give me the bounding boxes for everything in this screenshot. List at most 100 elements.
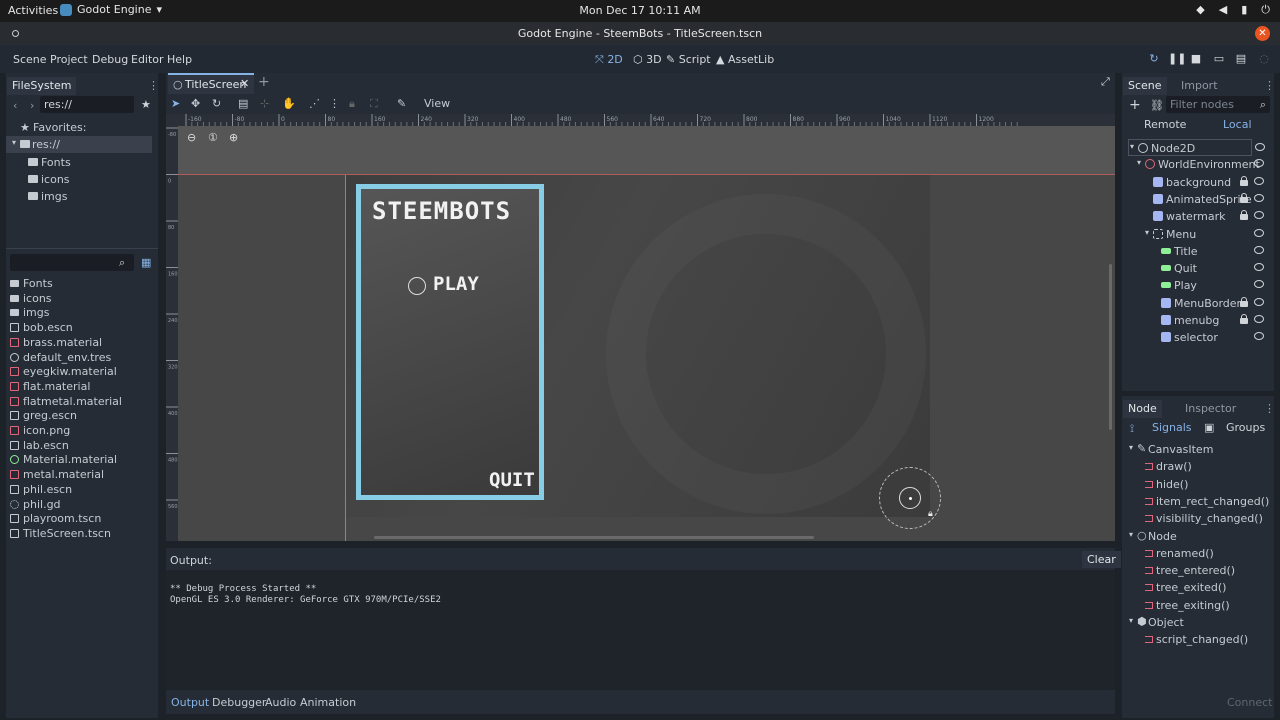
- file-list-item[interactable]: brass.material: [6, 335, 152, 350]
- view-mode-icon[interactable]: ▦: [141, 256, 151, 269]
- zoom-out-icon[interactable]: ⊖: [187, 131, 196, 144]
- tab-audio[interactable]: Audio: [265, 696, 296, 709]
- dock-menu-icon[interactable]: ⋮: [148, 79, 159, 92]
- signal-section-header[interactable]: ▾ ⬢ Object: [1128, 614, 1268, 631]
- forward-arrow-icon[interactable]: ›: [30, 99, 34, 112]
- lock-icon[interactable]: [1240, 175, 1248, 186]
- horizontal-scrollbar[interactable]: [374, 536, 814, 539]
- menu-help[interactable]: Help: [167, 53, 192, 66]
- activities-button[interactable]: Activities: [8, 4, 58, 17]
- file-list-item[interactable]: Material.material: [6, 452, 152, 467]
- mode-script-button[interactable]: ✎ Script: [666, 53, 711, 66]
- zoom-reset-icon[interactable]: ①: [208, 131, 218, 144]
- vertical-scrollbar[interactable]: [1109, 264, 1112, 430]
- local-button[interactable]: Local: [1223, 118, 1252, 131]
- select-tool-icon[interactable]: ➤: [171, 97, 180, 110]
- tab-filesystem[interactable]: FileSystem: [7, 77, 77, 95]
- menu-project[interactable]: Project: [50, 53, 88, 66]
- skeleton-icon[interactable]: ✎: [397, 97, 406, 110]
- dock-menu-icon[interactable]: ⋮: [1264, 402, 1275, 415]
- tab-debugger[interactable]: Debugger: [212, 696, 266, 709]
- menu-debug[interactable]: Debug: [92, 53, 128, 66]
- signal-item[interactable]: tree_entered(): [1128, 562, 1268, 579]
- file-list-item[interactable]: phil.escn: [6, 482, 152, 497]
- volume-icon[interactable]: ◀: [1219, 3, 1227, 17]
- path-field[interactable]: res://: [40, 96, 134, 113]
- move-tool-icon[interactable]: ✥: [191, 97, 200, 110]
- remote-button[interactable]: Remote: [1144, 118, 1186, 131]
- scene-node-row[interactable]: menubg: [1128, 312, 1268, 329]
- play-scene-icon[interactable]: ▭: [1212, 52, 1226, 66]
- chevron-down-icon[interactable]: ▾: [1130, 142, 1134, 151]
- tab-inspector[interactable]: Inspector: [1180, 400, 1241, 418]
- file-list-item[interactable]: default_env.tres: [6, 350, 152, 365]
- mode-3d-button[interactable]: ⬡ 3D: [633, 53, 662, 66]
- scene-node-row[interactable]: background: [1128, 174, 1268, 191]
- chevron-down-icon[interactable]: ▾: [1129, 443, 1133, 452]
- visibility-eye-icon[interactable]: [1254, 332, 1264, 341]
- clear-button[interactable]: Clear: [1082, 551, 1121, 568]
- signal-item[interactable]: draw(): [1128, 458, 1268, 475]
- visibility-eye-icon[interactable]: [1254, 193, 1264, 202]
- visibility-eye-icon[interactable]: [1254, 245, 1264, 254]
- lock-icon[interactable]: 🔒︎: [349, 97, 355, 111]
- distraction-free-icon[interactable]: ⤢: [1101, 75, 1110, 89]
- view-menu[interactable]: View: [424, 97, 450, 110]
- add-node-icon[interactable]: +: [1129, 97, 1141, 113]
- scene-node-row[interactable]: ▾ Menu: [1128, 226, 1268, 243]
- file-list-item[interactable]: greg.escn: [6, 408, 152, 423]
- file-list-item[interactable]: phil.gd: [6, 497, 152, 512]
- pause-icon[interactable]: ❚❚: [1168, 52, 1186, 66]
- visibility-eye-icon[interactable]: [1254, 176, 1264, 185]
- tab-scene[interactable]: Scene: [1123, 77, 1167, 95]
- close-window-button[interactable]: ✕: [1255, 26, 1270, 41]
- tab-animation[interactable]: Animation: [300, 696, 356, 709]
- groups-tab[interactable]: Groups: [1226, 421, 1265, 434]
- dock-menu-icon[interactable]: ⋮: [1264, 79, 1275, 92]
- scene-node-row[interactable]: ▾ WorldEnvironment: [1128, 156, 1268, 173]
- scene-node-row[interactable]: Title: [1128, 243, 1268, 260]
- tree-folder-imgs[interactable]: imgs: [6, 188, 152, 205]
- group-icon[interactable]: ⛶: [370, 97, 378, 111]
- signal-item[interactable]: script_changed(): [1128, 631, 1268, 648]
- visibility-eye-icon[interactable]: [1254, 211, 1264, 220]
- menu-editor[interactable]: Editor: [131, 53, 164, 66]
- output-log[interactable]: ** Debug Process Started ** OpenGL ES 3.…: [166, 570, 1115, 690]
- app-menu[interactable]: Godot Engine ▾: [60, 3, 162, 16]
- tab-node[interactable]: Node: [1123, 400, 1162, 418]
- file-list-item[interactable]: lab.escn: [6, 438, 152, 453]
- play-custom-scene-icon[interactable]: ▤: [1234, 52, 1248, 66]
- scale-tool-icon[interactable]: ▤: [238, 97, 248, 110]
- scene-node-row[interactable]: ▾ Node2D: [1128, 139, 1265, 156]
- file-list-item[interactable]: eyegkiw.material: [6, 364, 152, 379]
- back-arrow-icon[interactable]: ‹: [13, 99, 17, 112]
- zoom-in-icon[interactable]: ⊕: [229, 131, 238, 144]
- signal-item[interactable]: renamed(): [1128, 545, 1268, 562]
- filter-nodes-input[interactable]: Filter nodes ⌕: [1166, 96, 1270, 113]
- scene-node-row[interactable]: MenuBorder: [1128, 295, 1268, 312]
- window-menu-icon[interactable]: [12, 30, 19, 37]
- lock-icon[interactable]: [1240, 210, 1248, 221]
- file-list-item[interactable]: icon.png: [6, 423, 152, 438]
- link-icon[interactable]: ⛓: [1150, 99, 1164, 112]
- lock-icon[interactable]: [1240, 314, 1248, 324]
- file-list-item[interactable]: bob.escn: [6, 320, 152, 335]
- restart-icon[interactable]: ↻: [1147, 52, 1161, 66]
- visibility-eye-icon[interactable]: [1254, 263, 1264, 272]
- mode-assetlib-button[interactable]: ▲ AssetLib: [716, 53, 774, 66]
- visibility-eye-icon[interactable]: [1254, 228, 1264, 237]
- file-list-item[interactable]: playroom.tscn: [6, 511, 152, 526]
- system-tray[interactable]: ◆ ◀ ▮ ⏻: [1196, 3, 1270, 17]
- file-list-item[interactable]: TitleScreen.tscn: [6, 526, 152, 541]
- visibility-eye-icon[interactable]: [1254, 159, 1264, 168]
- tree-root-row[interactable]: ▾ res://: [6, 136, 152, 153]
- file-list-item[interactable]: Fonts: [6, 276, 152, 291]
- clock[interactable]: Mon Dec 17 10:11 AM: [0, 4, 1280, 17]
- scene-node-row[interactable]: AnimatedSprite: [1128, 191, 1268, 208]
- signals-tab[interactable]: Signals: [1152, 421, 1192, 434]
- signal-item[interactable]: tree_exiting(): [1128, 597, 1268, 614]
- rotate-tool-icon[interactable]: ↻: [212, 97, 221, 110]
- pan-tool-icon[interactable]: ✋: [282, 97, 296, 110]
- battery-icon[interactable]: ▮: [1241, 3, 1247, 17]
- tree-folder-fonts[interactable]: Fonts: [6, 154, 152, 171]
